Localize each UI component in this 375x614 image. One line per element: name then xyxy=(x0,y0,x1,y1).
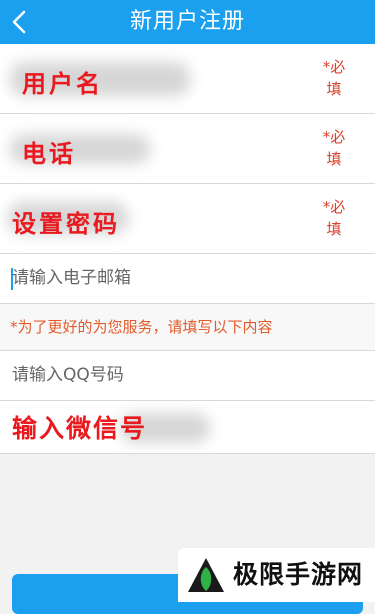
email-input[interactable]: 请输入电子邮箱 xyxy=(0,254,375,304)
username-field[interactable]: 用户名 *必填 xyxy=(0,44,375,114)
qq-placeholder: 请输入QQ号码 xyxy=(12,365,124,385)
site-watermark: 极限手游网 xyxy=(178,548,375,602)
wechat-label: 输入微信号 xyxy=(12,414,148,443)
required-marker: *必填 xyxy=(322,58,346,98)
wechat-input[interactable]: 输入微信号 xyxy=(0,401,375,454)
required-marker: *必填 xyxy=(322,198,346,238)
app-header: 新用户注册 xyxy=(0,0,375,44)
password-label: 设置密码 xyxy=(12,210,120,238)
phone-label: 电话 xyxy=(22,140,76,168)
page-title: 新用户注册 xyxy=(129,9,245,34)
qq-input[interactable]: 请输入QQ号码 xyxy=(0,351,375,401)
phone-field[interactable]: 电话 *必填 xyxy=(0,114,375,184)
required-marker: *必填 xyxy=(322,128,346,168)
username-label: 用户名 xyxy=(22,70,103,98)
info-notice: *为了更好的为您服务，请填写以下内容 xyxy=(0,304,375,351)
watermark-text: 极限手游网 xyxy=(233,560,364,589)
site-logo-icon xyxy=(188,558,224,592)
email-placeholder: 请输入电子邮箱 xyxy=(12,268,131,288)
notice-text: *为了更好的为您服务，请填写以下内容 xyxy=(10,318,273,336)
registration-form: 用户名 *必填 电话 *必填 设置密码 *必填 请输入电子邮箱 *为了更好的为您… xyxy=(0,44,375,454)
password-field[interactable]: 设置密码 *必填 xyxy=(0,184,375,254)
